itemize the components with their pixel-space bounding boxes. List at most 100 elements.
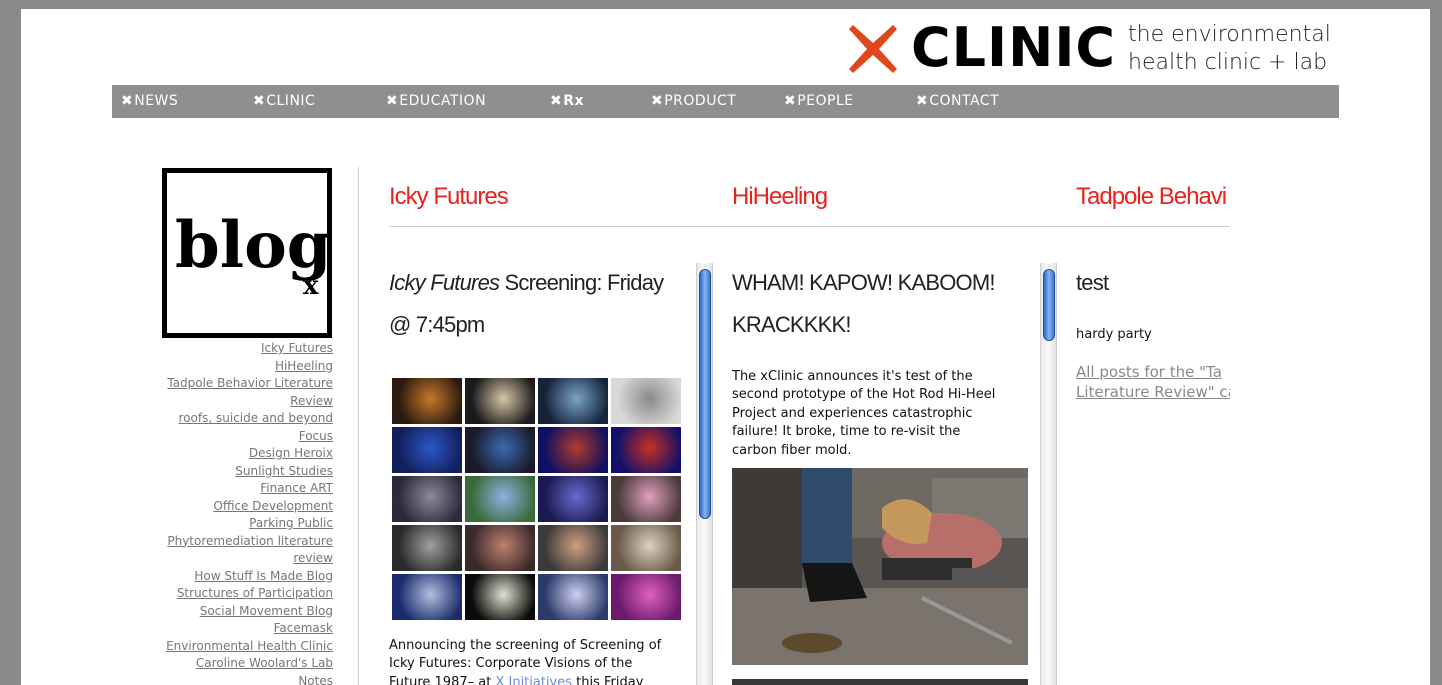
- x-marker-icon: ✖: [550, 93, 563, 109]
- sidebar-link-social[interactable]: Social Movement Blog: [151, 603, 333, 621]
- sidebar-link-icky-futures[interactable]: Icky Futures: [151, 340, 333, 358]
- post-body-line: second prototype of the Hot Rod Hi-Heel: [732, 387, 996, 403]
- post-title-italic: Icky Futures: [389, 270, 500, 295]
- sidebar-link-tadpole[interactable]: Tadpole Behavior Literature: [151, 375, 333, 393]
- thumbnail-cell: [611, 574, 681, 620]
- sidebar-link-roofs-cont[interactable]: Focus: [151, 428, 333, 446]
- x-marker-icon: ✖: [386, 93, 399, 109]
- post-title-line-2: KRACKKKK!: [732, 312, 852, 337]
- sidebar-blog-links: Icky Futures HiHeeling Tadpole Behavior …: [151, 340, 333, 685]
- post-body-text: this Friday: [572, 674, 644, 685]
- nav-item-education[interactable]: ✖EDUCATION: [386, 85, 486, 118]
- sidebar-link-roofs[interactable]: roofs, suicide and beyond: [151, 410, 333, 428]
- post-title-line-1: WHAM! KAPOW! KABOOM!: [732, 270, 995, 295]
- logo-tagline: the environmental health clinic + lab: [1128, 21, 1331, 77]
- post-body-line: Project and experiences catastrophic: [732, 405, 973, 421]
- post-title-hiheeling: WHAM! KAPOW! KABOOM! KRACKKKK!: [732, 262, 1032, 346]
- post-body-line: Announcing the screening of Screening of: [389, 638, 662, 653]
- second-photo-top: [732, 679, 1028, 685]
- nav-label: CONTACT: [929, 93, 1000, 109]
- logo-tagline-line-2: health clinic + lab: [1128, 50, 1328, 75]
- post-body-tadpole: hardy party: [1076, 327, 1152, 342]
- x-initiatives-link[interactable]: X Initiatives: [495, 675, 572, 685]
- sidebar-link-how-stuff[interactable]: How Stuff Is Made Blog: [151, 568, 333, 586]
- x-marker-icon: ✖: [121, 93, 134, 109]
- thumbnail-cell: [538, 476, 608, 522]
- scrollbar-hiheeling[interactable]: [1040, 263, 1057, 685]
- post-body-text: Future 1987– at: [389, 674, 492, 685]
- sidebar-link-notes[interactable]: Notes: [151, 673, 333, 685]
- post-body-icky-futures: Announcing the screening of Screening of…: [389, 637, 689, 685]
- nav-item-people[interactable]: ✖PEOPLE: [784, 85, 854, 118]
- post-body-line: The xClinic announces it's test of the: [732, 369, 973, 384]
- thumbnail-cell: [392, 574, 462, 620]
- nav-label: Rx: [563, 93, 585, 109]
- thumbnail-cell: [392, 378, 462, 424]
- thumbnail-cell: [392, 427, 462, 473]
- nav-label: PEOPLE: [797, 93, 854, 109]
- thumbnail-cell: [611, 378, 681, 424]
- main-nav: ✖NEWS ✖CLINIC ✖EDUCATION ✖Rx ✖PRODUCT ✖P…: [112, 85, 1339, 118]
- x-marker-icon: ✖: [784, 93, 797, 109]
- thumbnail-cell: [392, 525, 462, 571]
- post-title-tadpole: test: [1076, 270, 1109, 295]
- blog-logo: blog x: [162, 168, 332, 338]
- scrollbar-thumb[interactable]: [1043, 269, 1055, 341]
- nav-item-rx[interactable]: ✖Rx: [550, 85, 584, 118]
- thumbnail-cell: [465, 378, 535, 424]
- thumbnail-cell: [611, 476, 681, 522]
- sidebar-link-design-heroix[interactable]: Design Heroix: [151, 445, 333, 463]
- post-body-line: failure! It broke, time to re-visit the: [732, 424, 961, 440]
- sidebar-link-sunlight[interactable]: Sunlight Studies: [151, 463, 333, 481]
- nav-label: EDUCATION: [399, 93, 487, 109]
- thumbnail-cell: [392, 476, 462, 522]
- blog-logo-sub: x: [303, 271, 319, 301]
- post-body-line: Icky Futures: Corporate Visions of the: [389, 656, 633, 672]
- sidebar-divider: [358, 167, 359, 685]
- high-heel-test-photo: [732, 468, 1028, 665]
- post-title-line-2: @ 7:45pm: [389, 312, 485, 337]
- nav-label: NEWS: [134, 93, 179, 109]
- sidebar-link-structures[interactable]: Structures of Participation: [151, 585, 333, 603]
- thumbnail-cell: [538, 525, 608, 571]
- column-title-hiheeling[interactable]: HiHeeling: [732, 183, 828, 211]
- nav-item-news[interactable]: ✖NEWS: [121, 85, 178, 118]
- sidebar-link-finance-art[interactable]: Finance ART: [151, 480, 333, 498]
- site-logo[interactable]: CLINIC the environmental health clinic +…: [847, 17, 1347, 79]
- nav-label: CLINIC: [266, 93, 316, 109]
- post-body-line: carbon fiber mold.: [732, 442, 852, 458]
- scrollbar-icky-futures[interactable]: [696, 263, 713, 685]
- thumbnail-grid-image: [390, 376, 682, 622]
- logo-tagline-line-1: the environmental: [1128, 22, 1331, 47]
- thumbnail-cell: [538, 574, 608, 620]
- x-marker-icon: ✖: [916, 93, 929, 109]
- sidebar-link-env-health[interactable]: Environmental Health Clinic: [151, 638, 333, 656]
- thumbnail-cell: [611, 427, 681, 473]
- thumbnail-cell: [465, 525, 535, 571]
- sidebar-link-phyto[interactable]: Phytoremediation literature: [151, 533, 333, 551]
- column-title-tadpole[interactable]: Tadpole Behavi: [1076, 183, 1227, 211]
- nav-label: PRODUCT: [664, 93, 737, 109]
- nav-item-product[interactable]: ✖PRODUCT: [651, 85, 736, 118]
- thumbnail-cell: [465, 427, 535, 473]
- nav-item-clinic[interactable]: ✖CLINIC: [253, 85, 315, 118]
- logo-wordmark: CLINIC: [911, 16, 1117, 79]
- x-mark-icon: [849, 25, 897, 73]
- content-clip: [1230, 169, 1430, 685]
- thumbnail-cell: [465, 476, 535, 522]
- thumbnail-cell: [465, 574, 535, 620]
- sidebar-link-office-dev[interactable]: Office Development: [151, 498, 333, 516]
- sidebar-link-parking[interactable]: Parking Public: [151, 515, 333, 533]
- post-title-rest: Screening: Friday: [499, 270, 665, 295]
- sidebar-link-facemask[interactable]: Facemask: [151, 620, 333, 638]
- x-marker-icon: ✖: [253, 93, 266, 109]
- post-title-icky-futures: Icky Futures Screening: Friday @ 7:45pm: [389, 262, 699, 346]
- column-title-icky-futures[interactable]: Icky Futures: [389, 183, 509, 211]
- sidebar-link-hiheeling[interactable]: HiHeeling: [151, 358, 333, 376]
- scrollbar-thumb[interactable]: [699, 269, 711, 519]
- thumbnail-cell: [538, 427, 608, 473]
- sidebar-link-caroline[interactable]: Caroline Woolard's Lab: [151, 655, 333, 673]
- sidebar-link-tadpole-cont[interactable]: Review: [151, 393, 333, 411]
- sidebar-link-phyto-cont[interactable]: review: [151, 550, 333, 568]
- nav-item-contact[interactable]: ✖CONTACT: [916, 85, 999, 118]
